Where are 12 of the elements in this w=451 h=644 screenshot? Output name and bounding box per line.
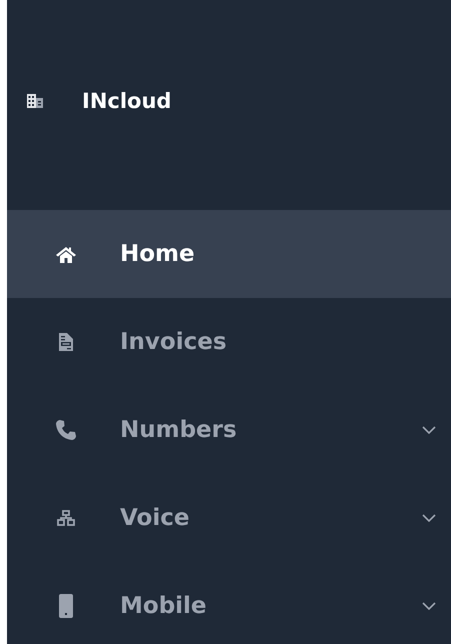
nav-item[interactable]: Voice (7, 474, 451, 562)
nav-item[interactable]: Invoices (7, 298, 451, 386)
document-icon (59, 333, 73, 351)
home-icon (56, 246, 76, 262)
network-icon (57, 510, 75, 526)
smartphone-icon (59, 594, 73, 618)
brand-name: INcloud (82, 89, 172, 113)
nav-item[interactable]: Home (7, 210, 451, 298)
phone-icon (56, 420, 76, 440)
nav-item[interactable]: Numbers (7, 386, 451, 474)
building-icon (27, 94, 43, 108)
nav-item[interactable]: Mobile (7, 562, 451, 644)
